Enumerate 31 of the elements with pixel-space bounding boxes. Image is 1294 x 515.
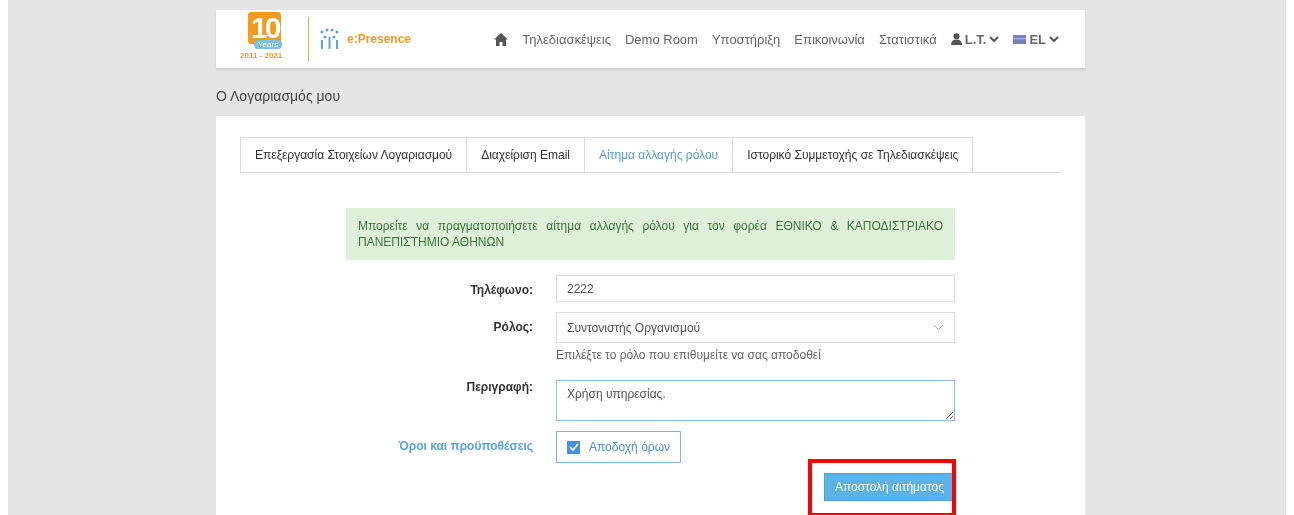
- tab[interactable]: Ιστορικό Συμμετοχής σε Τηλεδιασκέψεις: [732, 137, 974, 172]
- nav-link[interactable]: Επικοινωνία: [794, 31, 865, 47]
- tab[interactable]: Επεξεργασία Στοιχείων Λογαριασμού: [240, 137, 468, 172]
- logo-years: 2011 - 2021: [240, 51, 283, 61]
- nav-link[interactable]: Υποστήριξη: [711, 31, 781, 47]
- brand-name: e:Presence: [347, 32, 412, 46]
- home-link[interactable]: [494, 32, 509, 46]
- person-icon: [950, 33, 962, 45]
- user-menu[interactable]: L.T.: [950, 31, 1000, 47]
- field-label: Περιγραφή:: [465, 379, 534, 396]
- description-field[interactable]: Χρήση υπηρεσίας.: [556, 380, 955, 421]
- home-icon: [494, 32, 509, 46]
- page-title: Ο Λογαριασμός μου: [216, 87, 342, 106]
- nav-link[interactable]: Demo Room: [624, 31, 698, 47]
- chevron-down-icon: [933, 324, 944, 331]
- nav-link[interactable]: Τηλεδιασκέψεις: [522, 31, 611, 47]
- accept-terms-checkbox[interactable]: Αποδοχή όρων: [556, 431, 681, 463]
- help-text: Επιλέξτε το ρόλο που επιθυμείτε να σας αποδοθεί: [556, 348, 822, 362]
- info-message: Μπορείτε να πραγματοποιήσετε αίτημα αλλαγής ρόλου για τον φορέα ΕΘΝΙΚΟ & ΚΑΠΟΔΙΣΤΡΙΑΚΟ ΠΑΝΕΠΙΣΤΗΜΙΟ ΑΘΗΝΩΝ: [346, 208, 955, 260]
- logo-badge: Years: [254, 40, 283, 49]
- flag-icon: [1013, 34, 1027, 44]
- field-label: Τηλέφωνο:: [469, 282, 534, 299]
- field-label: Ρόλος:: [492, 319, 534, 336]
- phone-field[interactable]: 2222: [556, 275, 955, 302]
- people-icon: [319, 28, 341, 50]
- nav-link[interactable]: Στατιστικά: [878, 31, 937, 47]
- language-menu[interactable]: EL: [1013, 31, 1059, 47]
- chevron-down-icon: [1049, 35, 1059, 43]
- role-dropdown[interactable]: Συντονιστής Οργανισμού: [556, 312, 955, 343]
- chevron-down-icon: [989, 35, 1000, 43]
- checkbox-icon[interactable]: [567, 440, 580, 454]
